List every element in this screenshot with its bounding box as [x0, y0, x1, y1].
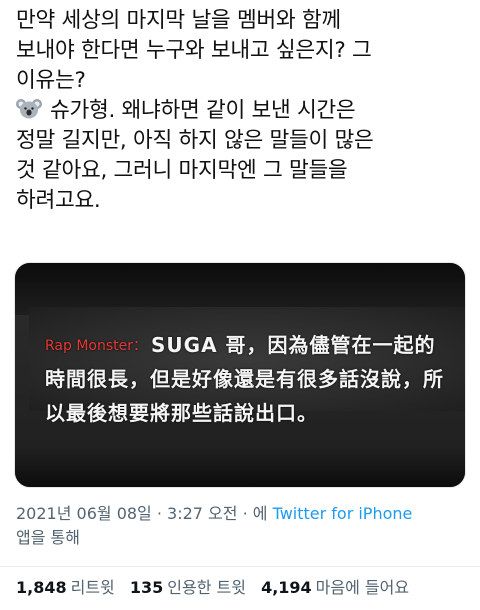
- quotes-stat[interactable]: 135 인용한 트윗: [130, 578, 251, 597]
- retweets-count: 1,848: [16, 578, 67, 597]
- tweet-line-with-emoji: 슈가형. 왜냐하면 같이 보낸 시간은: [16, 96, 468, 126]
- tweet-line: 슈가형. 왜냐하면 같이 보낸 시간은: [50, 98, 356, 123]
- quotes-label: 인용한 트윗: [167, 578, 246, 597]
- tweet-timestamp[interactable]: 2021년 06월 08일 · 3:27 오전 · 에: [16, 504, 267, 523]
- retweets-stat[interactable]: 1,848 리트윗: [16, 578, 120, 597]
- divider: [0, 566, 480, 567]
- tweet-line: 것 같아요, 그러니 마지막엔 그 말들을: [16, 158, 348, 183]
- koala-emoji-icon: [16, 99, 42, 119]
- subtitle-line-3: 以最後想要將那些話說出口。: [45, 401, 318, 425]
- tweet-line: 정말 길지만, 아직 하지 않은 말들이 많은: [16, 128, 374, 153]
- image-background: [29, 307, 465, 411]
- tweet-line: 이유는?: [16, 68, 86, 93]
- tweet-source-suffix: 앱을 통해: [16, 528, 80, 547]
- quotes-count: 135: [129, 578, 164, 597]
- tweet-line: 보내야 한다면 누구와 보내고 싶은지? 그: [16, 38, 372, 63]
- tweet-media-image[interactable]: Rap Monster： SUGA 哥，因為儘管在一起的 時間很長，但是好像還是有…: [14, 262, 466, 488]
- tweet-source-link[interactable]: Twitter for iPhone: [273, 504, 413, 523]
- tweet-stats: 1,848 리트윗 135 인용한 트윗 4,194 마음에 들어요: [16, 576, 476, 600]
- likes-count: 4,194: [261, 578, 312, 597]
- tweet-metadata: 2021년 06월 08일 · 3:27 오전 · 에 Twitter for …: [16, 502, 466, 550]
- image-background: [15, 445, 465, 487]
- tweet-line: 만약 세상의 마지막 날을 멤버와 함께: [16, 8, 341, 33]
- subtitle-text: SUGA 哥，因為儘管在一起的: [151, 333, 436, 357]
- likes-label: 마음에 들어요: [315, 578, 410, 597]
- subtitle-line-1: Rap Monster： SUGA 哥，因為儘管在一起的: [45, 329, 436, 358]
- tweet-body: 만약 세상의 마지막 날을 멤버와 함께 보내야 한다면 누구와 보내고 싶은지…: [16, 6, 468, 216]
- tweet-line: 하려고요.: [16, 188, 101, 213]
- subtitle-speaker: Rap Monster：: [45, 338, 148, 354]
- subtitle-line-2: 時間很長，但是好像還是有很多話沒說，所: [45, 367, 444, 391]
- retweets-label: 리트윗: [70, 578, 115, 597]
- likes-stat[interactable]: 4,194 마음에 들어요: [261, 578, 409, 597]
